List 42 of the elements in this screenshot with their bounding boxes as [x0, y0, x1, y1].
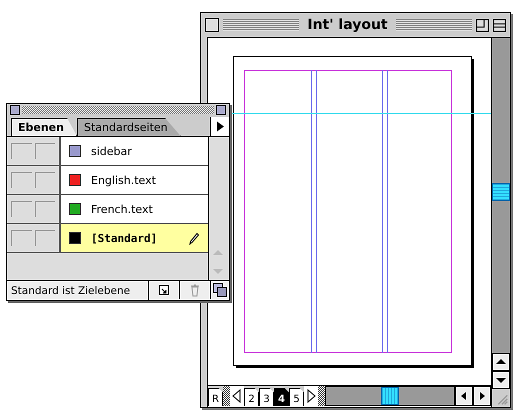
- layer-item[interactable]: sidebar: [61, 137, 208, 165]
- zoom-box-icon[interactable]: [476, 18, 489, 32]
- palette-resize-icon[interactable]: [211, 281, 230, 299]
- palette-tab[interactable]: Standardseiten: [76, 118, 181, 136]
- visibility-toggle[interactable]: [11, 143, 32, 159]
- zoom-box-icon[interactable]: [216, 105, 226, 115]
- page-tab[interactable]: R: [208, 388, 223, 406]
- scroll-right-icon[interactable]: [473, 386, 491, 406]
- status-text: Standard ist Zielebene: [7, 281, 150, 300]
- scroll-left-icon[interactable]: [455, 386, 473, 406]
- layer-item[interactable]: French.text: [61, 195, 208, 223]
- scroll-down-icon[interactable]: [492, 371, 510, 389]
- lock-toggle[interactable]: [34, 201, 55, 217]
- layer-name: sidebar: [91, 144, 132, 158]
- lock-toggle[interactable]: [34, 143, 55, 159]
- scroll-up-icon[interactable]: [492, 353, 510, 371]
- layer-name: [Standard]: [91, 232, 158, 244]
- palette-menu-icon[interactable]: [210, 117, 229, 136]
- vertical-scrollbar[interactable]: [492, 38, 510, 353]
- palette-tab[interactable]: Ebenen: [11, 118, 77, 136]
- close-box-icon[interactable]: [205, 18, 219, 32]
- page-tab[interactable]: 5: [289, 388, 304, 406]
- horizontal-scrollbar[interactable]: [325, 386, 455, 406]
- close-box-icon[interactable]: [10, 105, 20, 115]
- page-tab[interactable]: 4: [274, 388, 289, 406]
- layer-name: English.text: [91, 174, 156, 186]
- layer-item[interactable]: [Standard]: [61, 224, 208, 252]
- layer-item[interactable]: English.text: [61, 166, 208, 194]
- collapse-box-icon[interactable]: [493, 18, 506, 32]
- page-tab[interactable]: 2: [244, 388, 259, 406]
- layer-name: French.text: [91, 202, 153, 216]
- pattern-strip: [318, 386, 325, 406]
- visibility-toggle[interactable]: [11, 201, 32, 217]
- window-title: Int' layout: [306, 17, 389, 33]
- lock-toggle[interactable]: [34, 230, 55, 246]
- previous-page-icon[interactable]: [230, 386, 244, 406]
- next-page-icon[interactable]: [304, 386, 318, 406]
- visibility-toggle[interactable]: [11, 172, 32, 188]
- lock-toggle[interactable]: [34, 172, 55, 188]
- pattern-strip: [223, 386, 230, 406]
- visibility-toggle[interactable]: [11, 230, 32, 246]
- page-tab[interactable]: 3: [259, 388, 274, 406]
